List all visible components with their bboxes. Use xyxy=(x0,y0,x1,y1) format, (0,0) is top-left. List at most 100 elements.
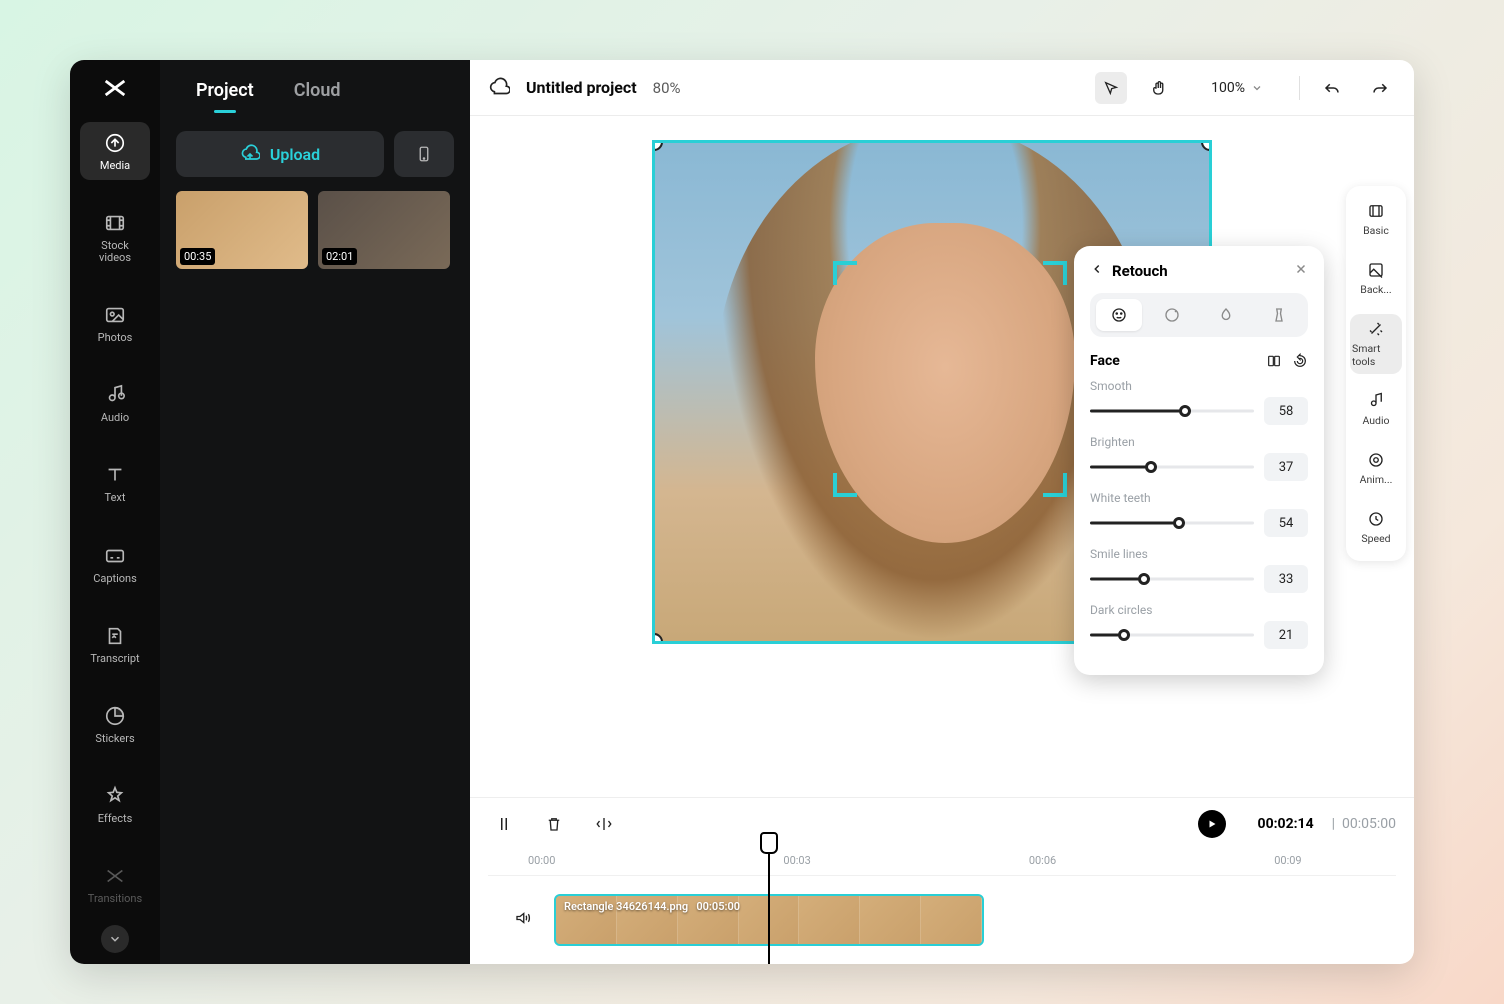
retouch-close-button[interactable] xyxy=(1294,260,1308,281)
play-button[interactable] xyxy=(1198,810,1226,838)
split-button[interactable] xyxy=(488,808,520,840)
mute-track-button[interactable] xyxy=(514,909,538,931)
media-thumbnails: 00:35 02:01 xyxy=(176,191,454,269)
media-panel: Project Cloud Upload 00:35 02:01 xyxy=(160,60,470,964)
retouch-slider-row: Brighten 37 xyxy=(1090,435,1308,481)
cloud-sync-icon[interactable] xyxy=(488,77,510,99)
ruler-tick: 00:00 xyxy=(528,854,555,867)
retouch-panel: Retouch xyxy=(1074,246,1324,675)
sidebar-item-label: Photos xyxy=(98,332,133,344)
slider-track[interactable] xyxy=(1090,624,1254,646)
rail-background[interactable]: Back... xyxy=(1350,255,1402,302)
slider-value: 54 xyxy=(1264,509,1308,537)
upload-label: Upload xyxy=(270,145,320,164)
rail-animation[interactable]: Anim... xyxy=(1350,445,1402,492)
undo-button[interactable] xyxy=(1316,72,1348,104)
slider-track[interactable] xyxy=(1090,400,1254,422)
pointer-tool-button[interactable] xyxy=(1095,72,1127,104)
sidebar-item-stickers[interactable]: Stickers xyxy=(80,695,150,753)
sidebar-item-label: Effects xyxy=(98,813,133,825)
slider-label: Smooth xyxy=(1090,379,1308,393)
project-title[interactable]: Untitled project xyxy=(526,78,637,97)
mirror-button[interactable] xyxy=(588,808,620,840)
upload-button[interactable]: Upload xyxy=(176,131,384,177)
upload-mobile-button[interactable] xyxy=(394,131,454,177)
sidebar-item-effects[interactable]: Effects xyxy=(80,775,150,833)
delete-button[interactable] xyxy=(538,808,570,840)
tab-cloud[interactable]: Cloud xyxy=(294,80,341,101)
sidebar-item-text[interactable]: Text xyxy=(80,454,150,512)
upload-row: Upload xyxy=(176,131,454,177)
ruler-tick: 00:03 xyxy=(783,854,810,867)
sidebar-item-stock-videos[interactable]: Stock videos xyxy=(80,202,150,272)
app-logo-icon xyxy=(101,74,129,102)
reset-icon[interactable] xyxy=(1292,353,1308,369)
sidebar-item-label: Captions xyxy=(93,573,137,585)
hand-tool-button[interactable] xyxy=(1143,72,1175,104)
chevron-down-icon xyxy=(1251,82,1263,94)
sidebar-item-label: Transcript xyxy=(90,653,139,665)
sidebar-item-audio[interactable]: Audio xyxy=(80,374,150,432)
sidebar-expand-button[interactable] xyxy=(101,925,129,953)
sidebar-item-label: Transitions xyxy=(88,893,142,905)
timeline-ruler[interactable]: 00:00 00:03 00:06 00:09 xyxy=(488,840,1396,876)
slider-track[interactable] xyxy=(1090,568,1254,590)
retouch-tab-face[interactable] xyxy=(1096,299,1142,331)
ruler-tick: 00:09 xyxy=(1274,854,1301,867)
sidebar-item-label: Stock videos xyxy=(84,240,146,264)
retouch-slider-row: Smooth 58 xyxy=(1090,379,1308,425)
properties-rail: Basic Back... Smart tools Audio Anim... … xyxy=(1346,186,1406,561)
sidebar-item-photos[interactable]: Photos xyxy=(80,294,150,352)
playhead[interactable] xyxy=(768,842,770,964)
canvas-area[interactable]: Retouch xyxy=(470,116,1414,797)
sidebar-nav: Media Stock videos Photos Audio Text Cap… xyxy=(70,60,160,964)
resize-handle[interactable] xyxy=(652,140,663,151)
rail-basic[interactable]: Basic xyxy=(1350,196,1402,243)
slider-value: 21 xyxy=(1264,621,1308,649)
sidebar-item-label: Stickers xyxy=(95,733,134,745)
media-thumb[interactable]: 00:35 xyxy=(176,191,308,269)
scale-percent: 80% xyxy=(653,79,681,97)
retouch-back-button[interactable] xyxy=(1090,260,1104,281)
toolbar-separator xyxy=(1299,76,1300,100)
slider-label: Brighten xyxy=(1090,435,1308,449)
timeline-track-area[interactable]: Rectangle 34626144.png 00:05:00 xyxy=(488,876,1396,964)
slider-track[interactable] xyxy=(1090,512,1254,534)
retouch-tabs xyxy=(1090,293,1308,337)
slider-track[interactable] xyxy=(1090,456,1254,478)
sidebar-item-captions[interactable]: Captions xyxy=(80,535,150,593)
zoom-value: 100% xyxy=(1211,80,1245,96)
redo-button[interactable] xyxy=(1364,72,1396,104)
current-time: 00:02:14 xyxy=(1258,816,1314,832)
panel-tabs: Project Cloud xyxy=(176,60,454,113)
face-detect-bracket xyxy=(833,261,857,285)
compare-icon[interactable] xyxy=(1266,353,1282,369)
main-area: Untitled project 80% 100% xyxy=(470,60,1414,964)
zoom-control[interactable]: 100% xyxy=(1211,80,1263,96)
timeline: 00:02:14 | 00:05:00 00:00 00:03 00:06 00… xyxy=(470,797,1414,964)
tab-project[interactable]: Project xyxy=(196,80,254,101)
slider-label: Dark circles xyxy=(1090,603,1308,617)
retouch-slider-row: White teeth 54 xyxy=(1090,491,1308,537)
rail-smart-tools[interactable]: Smart tools xyxy=(1350,314,1402,374)
slider-value: 33 xyxy=(1264,565,1308,593)
face-detect-bracket xyxy=(833,473,857,497)
face-detect-bracket xyxy=(1043,261,1067,285)
retouch-tab-reshape[interactable] xyxy=(1150,299,1196,331)
slider-value: 37 xyxy=(1264,453,1308,481)
rail-audio[interactable]: Audio xyxy=(1350,386,1402,433)
media-thumb[interactable]: 02:01 xyxy=(318,191,450,269)
sidebar-item-media[interactable]: Media xyxy=(80,122,150,180)
thumb-duration: 02:01 xyxy=(322,248,357,265)
rail-speed[interactable]: Speed xyxy=(1350,504,1402,551)
retouch-tab-makeup[interactable] xyxy=(1203,299,1249,331)
thumb-duration: 00:35 xyxy=(180,248,215,265)
sidebar-item-transitions[interactable]: Transitions xyxy=(80,855,150,913)
slider-label: Smile lines xyxy=(1090,547,1308,561)
sidebar-item-label: Audio xyxy=(101,412,129,424)
retouch-slider-row: Smile lines 33 xyxy=(1090,547,1308,593)
retouch-tab-body[interactable] xyxy=(1257,299,1303,331)
resize-handle[interactable] xyxy=(652,633,663,644)
resize-handle[interactable] xyxy=(1201,140,1212,151)
sidebar-item-transcript[interactable]: Transcript xyxy=(80,615,150,673)
